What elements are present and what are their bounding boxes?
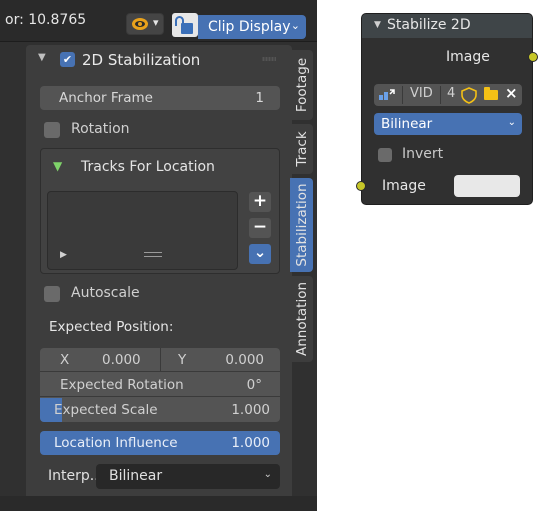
expected-scale-label: Expected Scale — [54, 402, 158, 418]
output-image-label: Image — [446, 49, 490, 65]
movie-clip-icon[interactable] — [378, 88, 398, 102]
panel-title: 2D Stabilization — [82, 51, 201, 69]
tab-footage-label: Footage — [293, 57, 310, 113]
chevron-down-icon: ⌄ — [290, 19, 300, 32]
clip-display-label: Clip Display — [208, 19, 291, 35]
tab-stabilization[interactable]: Stabilization — [290, 178, 313, 272]
overlay-dropdown-button[interactable]: ▾ — [126, 13, 164, 35]
expand-triangle-icon[interactable]: ▼ — [53, 159, 62, 173]
movie-clip-selector[interactable]: VID 4 × — [374, 84, 522, 106]
invert-label: Invert — [402, 146, 444, 162]
interpolate-label: Interp... — [48, 468, 104, 484]
remove-track-button[interactable]: − — [249, 218, 271, 238]
input-image-label: Image — [382, 178, 426, 194]
expected-position-heading: Expected Position: — [49, 319, 174, 335]
tab-annotation[interactable]: Annotation — [290, 276, 313, 362]
expected-transform-group: X 0.000 Y 0.000 Expected Rotation 0° Exp… — [40, 348, 280, 422]
clip-editor-sidebar: or: 10.8765 ▾ Clip Display ⌄ ▼ ✔ 2D Stab… — [0, 0, 317, 511]
stabilization-panel: ▼ ✔ 2D Stabilization Anchor Frame 1 Rota… — [26, 45, 292, 511]
filter-dropdown[interactable]: Bilinear ⌄ — [374, 113, 522, 135]
panel-header[interactable]: ▼ ✔ 2D Stabilization — [26, 45, 292, 73]
expected-position-row: X 0.000 Y 0.000 — [40, 348, 280, 372]
expected-rotation-value: 0° — [246, 377, 262, 393]
input-image-color-field[interactable] — [454, 175, 520, 197]
chevron-down-icon: ▾ — [153, 16, 159, 29]
lock-selection-button[interactable] — [172, 13, 198, 37]
location-influence-slider[interactable]: Location Influence 1.000 — [40, 431, 280, 455]
tracks-menu-button[interactable]: ⌄ — [249, 244, 271, 264]
expected-rotation-field[interactable]: Expected Rotation 0° — [40, 373, 280, 397]
rotation-checkbox[interactable] — [44, 122, 60, 138]
input-image-socket[interactable] — [356, 181, 366, 191]
tab-annotation-label: Annotation — [293, 281, 310, 357]
expected-scale-value: 1.000 — [231, 402, 270, 418]
interpolate-value: Bilinear — [109, 468, 163, 484]
collapse-arrow-icon[interactable]: ▼ — [374, 20, 381, 30]
tab-footage[interactable]: Footage — [290, 50, 313, 120]
overlay-icon — [132, 18, 148, 30]
node-header[interactable]: ▼ Stabilize 2D — [362, 14, 532, 38]
tab-track[interactable]: Track — [290, 124, 313, 174]
drag-handle-icon[interactable] — [262, 57, 276, 61]
bottom-region — [0, 496, 317, 511]
anchor-frame-field[interactable]: Anchor Frame 1 — [40, 86, 280, 110]
expected-position-y-field[interactable]: 0.000 — [225, 352, 264, 368]
x-label: X — [60, 352, 70, 368]
output-image-socket[interactable] — [528, 52, 538, 62]
chevron-down-icon: ⌄ — [507, 117, 516, 128]
add-track-button[interactable]: + — [249, 192, 271, 212]
interpolate-dropdown[interactable]: Bilinear ⌄ — [96, 464, 280, 489]
stabilization-enable-checkbox[interactable]: ✔ — [60, 52, 75, 67]
autoscale-label: Autoscale — [71, 285, 140, 301]
expected-scale-field[interactable]: Expected Scale 1.000 — [40, 398, 280, 422]
autoscale-checkbox[interactable] — [44, 286, 60, 302]
anchor-frame-value: 1 — [255, 90, 264, 106]
y-label: Y — [178, 352, 187, 368]
tab-track-label: Track — [293, 131, 310, 167]
chevron-down-icon: ⌄ — [263, 469, 272, 480]
anchor-frame-label: Anchor Frame — [59, 90, 153, 106]
rotation-label: Rotation — [71, 121, 130, 137]
user-count[interactable]: 4 — [447, 86, 455, 101]
location-influence-value: 1.000 — [231, 435, 270, 451]
invert-checkbox[interactable] — [378, 148, 392, 162]
tracks-for-location-title: Tracks For Location — [81, 159, 215, 175]
node-title: Stabilize 2D — [387, 17, 471, 33]
location-influence-label: Location Influence — [54, 435, 178, 451]
tab-stabilization-label: Stabilization — [293, 183, 310, 267]
collapse-arrow-icon[interactable]: ▼ — [38, 52, 46, 63]
list-expand-icon[interactable]: ▶ — [60, 250, 67, 260]
open-folder-icon[interactable] — [484, 87, 498, 100]
expected-position-x-field[interactable]: 0.000 — [102, 352, 141, 368]
expected-rotation-label: Expected Rotation — [60, 377, 184, 393]
filter-value: Bilinear — [381, 116, 433, 132]
stabilize-2d-node[interactable]: ▼ Stabilize 2D Image VID 4 × Bilinear ⌄ … — [361, 13, 533, 205]
clip-display-dropdown[interactable]: Clip Display ⌄ — [198, 15, 306, 39]
clip-header-bar: or: 10.8765 ▾ Clip Display ⌄ — [0, 0, 317, 42]
tracks-for-location-subpanel: ▼ Tracks For Location ▶ + − ⌄ — [40, 148, 280, 274]
tracks-list[interactable]: ▶ — [47, 191, 238, 270]
unlink-close-icon[interactable]: × — [505, 84, 518, 102]
list-resize-grip[interactable] — [144, 252, 162, 257]
fake-user-shield-icon[interactable] — [460, 87, 478, 104]
clip-name[interactable]: VID — [410, 86, 433, 101]
factor-readout: or: 10.8765 — [5, 12, 87, 28]
